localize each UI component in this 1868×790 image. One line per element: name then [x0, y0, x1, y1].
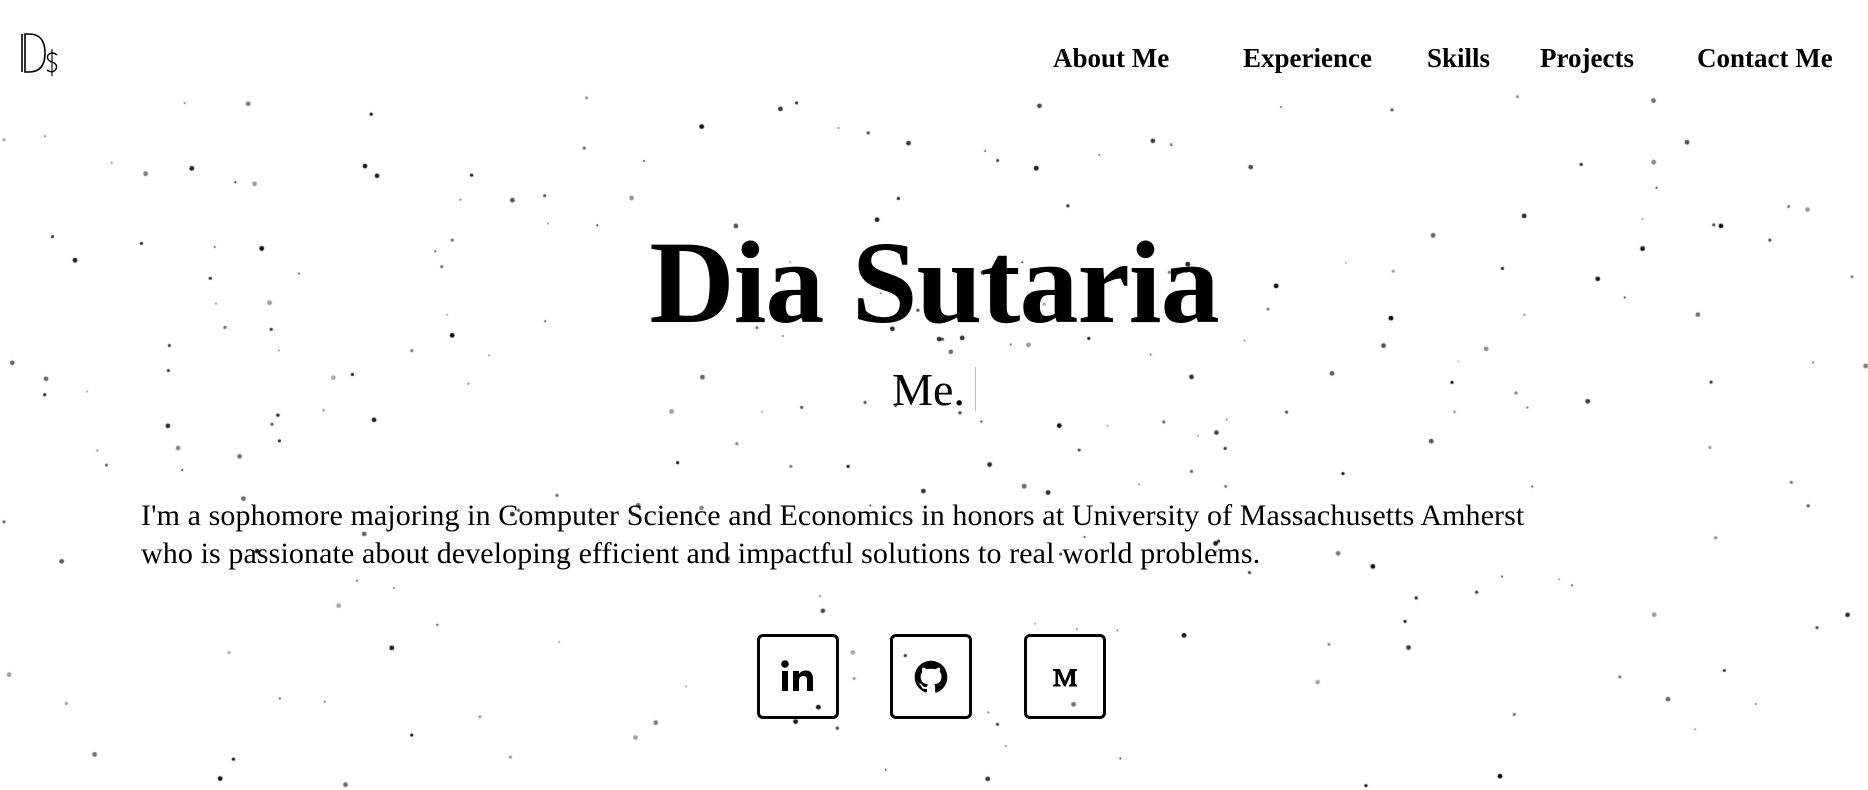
github-icon	[914, 660, 948, 693]
nav-skills[interactable]: Skills	[1427, 40, 1490, 76]
logo-glyph	[21, 33, 58, 76]
typed-text: Me.	[892, 364, 965, 415]
bio-line: who is passionate about developing effic…	[141, 537, 1261, 570]
medium-icon	[1053, 668, 1077, 686]
nav-experience[interactable]: Experience	[1243, 40, 1372, 76]
bio-paragraph: I'm a sophomore majoring in Computer Sci…	[141, 497, 1781, 573]
page: About Me Experience Skills Projects Cont…	[0, 0, 1868, 790]
linkedin-icon	[781, 659, 813, 691]
github-button[interactable]	[890, 634, 972, 719]
linkedin-button[interactable]	[757, 634, 839, 719]
bio-line: I'm a sophomore majoring in Computer Sci…	[141, 499, 1525, 532]
nav-contact-me[interactable]: Contact Me	[1697, 40, 1833, 76]
nav-projects[interactable]: Projects	[1540, 40, 1634, 76]
ds-logo-icon[interactable]	[19, 32, 63, 78]
hero-name: Dia Sutaria	[649, 217, 1219, 348]
typing-caret	[974, 367, 976, 411]
medium-button[interactable]	[1024, 634, 1106, 719]
typed-subtitle: Me.	[0, 362, 1868, 418]
nav-about-me[interactable]: About Me	[1053, 40, 1169, 76]
